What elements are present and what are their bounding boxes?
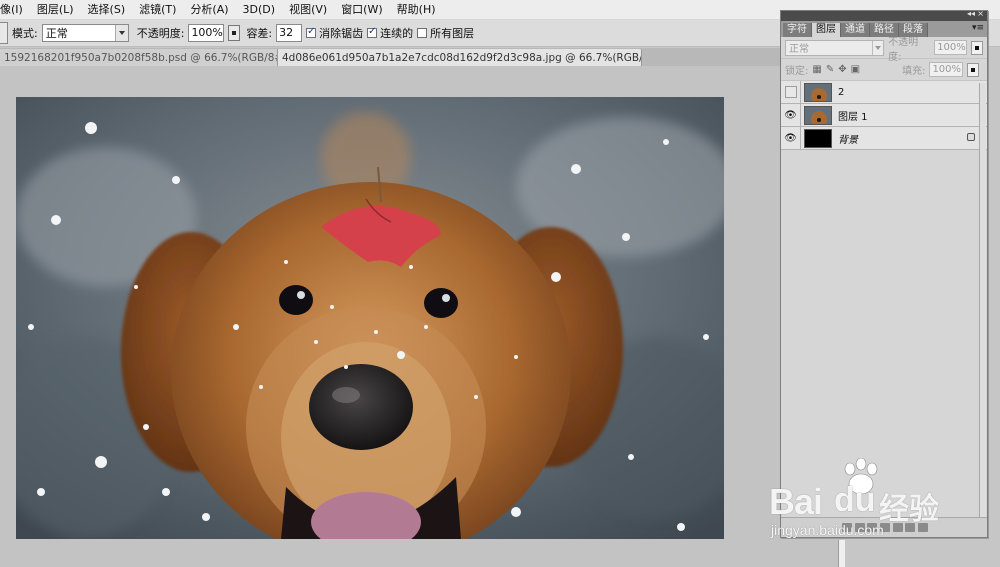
lock-position-icon[interactable]: ✥ (838, 64, 846, 75)
photoshop-window: 像(I) 图层(L) 选择(S) 滤镜(T) 分析(A) 3D(D) 视图(V)… (0, 0, 1000, 567)
contiguous-checkbox[interactable]: 连续的 (367, 25, 413, 41)
opacity-input[interactable]: 100% (188, 24, 225, 42)
layer-row-background[interactable]: 👁 背景 (781, 126, 987, 150)
panel-collapse-bar[interactable]: ◂◂ × (781, 9, 987, 21)
opacity-slider-button[interactable] (971, 40, 983, 55)
collapse-icon[interactable]: ◂◂ (967, 9, 975, 18)
layer-thumbnail (804, 128, 832, 148)
document-tab-psd[interactable]: 1592168201f950a7b0208f58b.psd @ 66.7%(RG… (0, 49, 278, 66)
dog-thumbnail-graphic (805, 106, 831, 124)
mode-value: 正常 (45, 27, 68, 40)
tool-preset-dropdown[interactable] (0, 22, 8, 44)
tolerance-input[interactable]: 32 (276, 24, 303, 42)
visibility-toggle[interactable] (781, 80, 801, 104)
mode-select[interactable]: 正常 (41, 24, 129, 42)
layer-style-icon[interactable] (854, 523, 865, 532)
mode-label: 模式: (12, 27, 38, 40)
adjustment-icon[interactable] (879, 523, 890, 532)
document-tab-bar: 1592168201f950a7b0208f58b.psd @ 66.7%(RG… (0, 48, 780, 66)
tab-layers[interactable]: 图层 (812, 23, 841, 37)
document-tab-label: 4d086e061d950a7b1a2e7cdc08d162d9f2d3c98a… (282, 51, 642, 64)
menu-3d[interactable]: 3D(D) (236, 0, 283, 20)
panel-tab-bar: 字符 图层 通道 路径 段落 ▾≡ (781, 21, 987, 37)
fill-input[interactable]: 100% (929, 62, 964, 77)
checkbox-icon[interactable] (417, 28, 428, 38)
link-layers-icon[interactable] (842, 523, 853, 532)
all-layers-checkbox[interactable]: 所有图层 (417, 25, 474, 41)
close-icon[interactable]: × (977, 9, 984, 18)
fill-slider-button[interactable] (967, 62, 980, 77)
dog-photo-illustration (16, 97, 724, 539)
layer-opacity-label: 不透明度: (888, 36, 919, 63)
eye-icon[interactable]: 👁 (781, 103, 801, 127)
blend-mode-select[interactable]: 正常 (785, 39, 885, 56)
menu-layer[interactable]: 图层(L) (30, 0, 81, 20)
blend-mode-value: 正常 (789, 44, 809, 55)
layer-thumbnail (804, 82, 832, 102)
chevron-down-icon[interactable] (872, 40, 883, 55)
antialias-label: 消除锯齿 (319, 27, 364, 40)
trash-icon[interactable] (917, 523, 928, 532)
tab-paragraph[interactable]: 段落 (899, 23, 928, 37)
layer-thumbnail (804, 105, 832, 125)
new-layer-icon[interactable] (905, 523, 916, 532)
menu-help[interactable]: 帮助(H) (390, 0, 443, 20)
layer-name: 2 (838, 86, 845, 98)
checkbox-checked-icon[interactable] (306, 26, 317, 38)
panel-scrollbar[interactable] (979, 83, 986, 518)
tab-character[interactable]: 字符 (783, 23, 812, 37)
panel-footer (781, 517, 987, 537)
mask-icon[interactable] (867, 523, 878, 532)
all-layers-label: 所有图层 (430, 27, 475, 40)
fill-label: 填充: (902, 66, 926, 77)
document-image[interactable] (16, 97, 724, 539)
contiguous-label: 连续的 (380, 27, 414, 40)
checkbox-checked-icon[interactable] (367, 26, 378, 38)
layers-panel: ◂◂ × 字符 图层 通道 路径 段落 ▾≡ 正常 不透明度: 100% 锁定:… (780, 9, 988, 538)
menu-filter[interactable]: 滤镜(T) (132, 0, 183, 20)
lock-row: 锁定: ▦ ✎ ✥ ▣ 填充: 100% (781, 59, 987, 81)
lock-transparent-icon[interactable]: ▦ (812, 64, 821, 75)
layer-name: 背景 (838, 134, 858, 146)
canvas-scrollbar[interactable] (838, 540, 845, 567)
document-tab-label: 1592168201f950a7b0208f58b.psd @ 66.7%(RG… (4, 51, 278, 64)
tab-channels[interactable]: 通道 (841, 23, 870, 37)
dog-thumbnail-graphic (805, 83, 831, 101)
lock-all-icon[interactable]: ▣ (851, 64, 860, 75)
layer-opacity-input[interactable]: 100% (934, 40, 968, 55)
antialias-checkbox[interactable]: 消除锯齿 (306, 25, 363, 41)
eye-icon[interactable]: 👁 (781, 126, 801, 150)
menu-select[interactable]: 选择(S) (81, 0, 133, 20)
menu-image[interactable]: 像(I) (0, 0, 30, 20)
layer-name: 图层 1 (838, 111, 868, 123)
menu-analysis[interactable]: 分析(A) (183, 0, 235, 20)
blend-row: 正常 不透明度: 100% (781, 37, 987, 63)
menu-view[interactable]: 视图(V) (282, 0, 334, 20)
opacity-label: 不透明度: (136, 27, 185, 40)
document-tab-jpg[interactable]: 4d086e061d950a7b1a2e7cdc08d162d9f2d3c98a… (278, 49, 642, 66)
tab-paths[interactable]: 路径 (870, 23, 899, 37)
new-group-icon[interactable] (892, 523, 903, 532)
layer-row[interactable]: 👁 图层 1 (781, 103, 987, 127)
chevron-down-icon[interactable] (114, 25, 128, 41)
layer-row[interactable]: 2 (781, 80, 987, 104)
lock-icon (967, 133, 975, 141)
opacity-slider-button[interactable] (228, 25, 241, 41)
canvas-area[interactable] (0, 66, 845, 567)
tolerance-label: 容差: (246, 27, 273, 40)
panel-menu-icon[interactable]: ▾≡ (972, 23, 984, 33)
menu-window[interactable]: 窗口(W) (334, 0, 389, 20)
lock-image-icon[interactable]: ✎ (826, 64, 834, 75)
lock-label: 锁定: (785, 66, 809, 77)
